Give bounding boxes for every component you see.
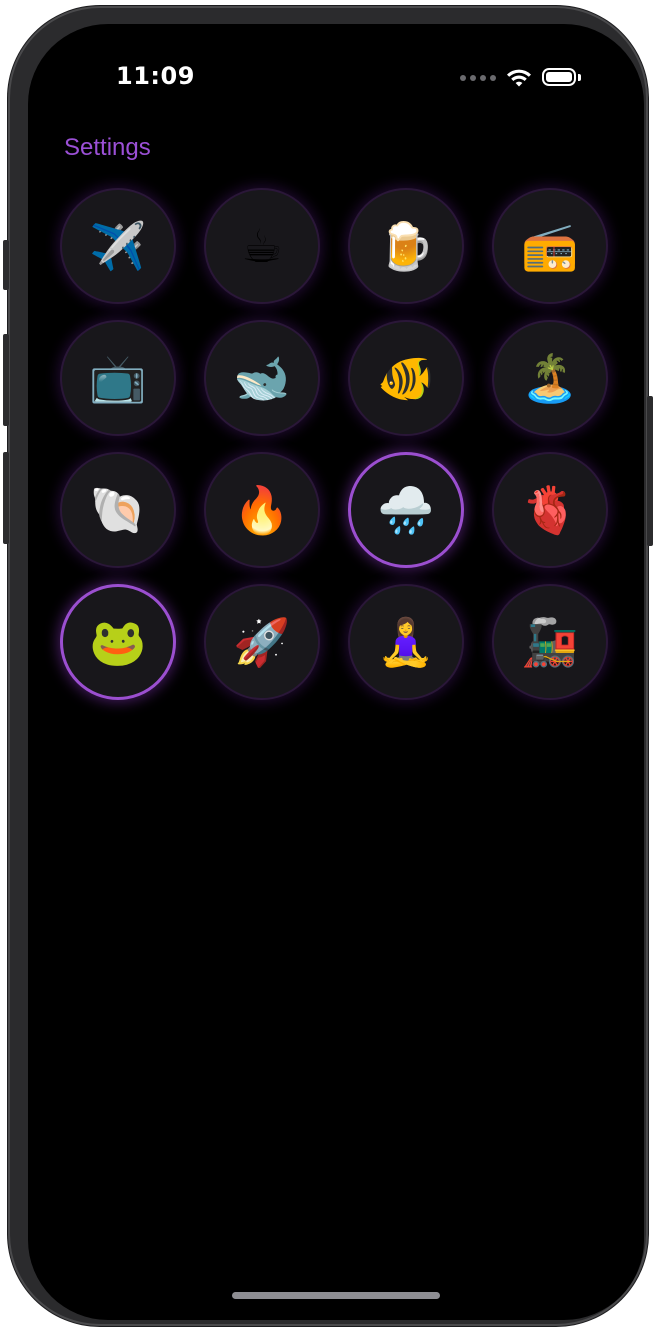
settings-back-link[interactable]: Settings xyxy=(64,134,151,162)
battery-icon xyxy=(542,68,582,88)
island-icon: 🏝️ xyxy=(521,351,579,405)
emoji-button-rocket[interactable]: 🚀 xyxy=(204,584,320,700)
action-button xyxy=(3,240,9,290)
emoji-button-shell[interactable]: 🐚 xyxy=(60,452,176,568)
home-indicator[interactable] xyxy=(232,1292,440,1299)
wifi-icon xyxy=(507,69,531,87)
status-bar: 11:09 xyxy=(28,24,644,124)
emoji-button-rain-cloud[interactable]: 🌧️ xyxy=(348,452,464,568)
emoji-button-coffee[interactable]: ☕ xyxy=(204,188,320,304)
coffee-icon: ☕ xyxy=(241,219,283,273)
anatomical-heart-icon: 🫀 xyxy=(521,483,579,537)
cellular-signal-icon xyxy=(460,75,496,81)
screen: 11:09 Settings ✈️ ☕ 🍺 📻 📺 🐋 🐠 🏝️ 🐚 🔥 🌧️ 🫀 🐸 🚀 🧘‍♀️ 🚂 xyxy=(28,24,644,1320)
yoga-icon: 🧘‍♀️ xyxy=(377,615,435,669)
emoji-button-beer[interactable]: 🍺 xyxy=(348,188,464,304)
emoji-button-island[interactable]: 🏝️ xyxy=(492,320,608,436)
emoji-button-television[interactable]: 📺 xyxy=(60,320,176,436)
radio-icon: 📻 xyxy=(521,219,579,273)
television-icon: 📺 xyxy=(89,351,147,405)
rocket-icon: 🚀 xyxy=(233,615,291,669)
emoji-button-yoga[interactable]: 🧘‍♀️ xyxy=(348,584,464,700)
status-time: 11:09 xyxy=(116,62,195,90)
emoji-button-airplane[interactable]: ✈️ xyxy=(60,188,176,304)
airplane-icon: ✈️ xyxy=(89,219,147,273)
emoji-grid: ✈️ ☕ 🍺 📻 📺 🐋 🐠 🏝️ 🐚 🔥 🌧️ 🫀 🐸 🚀 🧘‍♀️ 🚂 xyxy=(60,188,612,700)
shell-icon: 🐚 xyxy=(89,483,147,537)
frog-icon: 🐸 xyxy=(89,615,147,669)
emoji-button-frog[interactable]: 🐸 xyxy=(60,584,176,700)
power-button xyxy=(647,396,653,546)
tropical-fish-icon: 🐠 xyxy=(377,351,435,405)
volume-up-button xyxy=(3,334,9,426)
rain-cloud-icon: 🌧️ xyxy=(377,483,435,537)
emoji-button-locomotive[interactable]: 🚂 xyxy=(492,584,608,700)
whale-icon: 🐋 xyxy=(233,351,291,405)
emoji-button-fire[interactable]: 🔥 xyxy=(204,452,320,568)
beer-icon: 🍺 xyxy=(377,219,435,273)
emoji-button-radio[interactable]: 📻 xyxy=(492,188,608,304)
phone-frame: 11:09 Settings ✈️ ☕ 🍺 📻 📺 🐋 🐠 🏝️ 🐚 🔥 🌧️ 🫀 🐸 🚀 🧘‍♀️ 🚂 xyxy=(8,6,648,1326)
emoji-button-anatomical-heart[interactable]: 🫀 xyxy=(492,452,608,568)
fire-icon: 🔥 xyxy=(233,483,291,537)
status-icons xyxy=(460,64,582,92)
volume-down-button xyxy=(3,452,9,544)
locomotive-icon: 🚂 xyxy=(521,615,579,669)
emoji-button-whale[interactable]: 🐋 xyxy=(204,320,320,436)
emoji-button-tropical-fish[interactable]: 🐠 xyxy=(348,320,464,436)
